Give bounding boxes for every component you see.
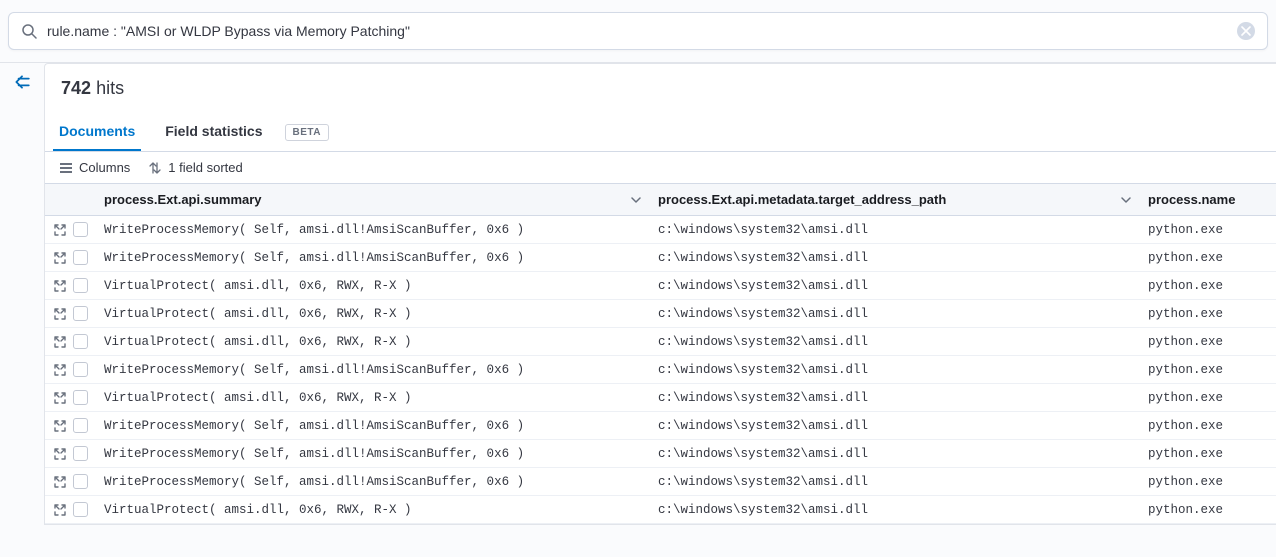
- expand-icon[interactable]: [53, 363, 67, 377]
- columns-button[interactable]: Columns: [59, 160, 130, 175]
- cell-path: c:\windows\system32\amsi.dll: [650, 244, 1140, 272]
- sort-indicator[interactable]: 1 field sorted: [148, 160, 242, 175]
- row-checkbox[interactable]: [73, 334, 88, 349]
- expand-icon[interactable]: [53, 279, 67, 293]
- cell-summary: VirtualProtect( amsi.dll, 0x6, RWX, R-X …: [96, 496, 650, 524]
- hits-count: 742 hits: [45, 64, 1276, 113]
- sort-label: 1 field sorted: [168, 160, 242, 175]
- table-row[interactable]: WriteProcessMemory( Self, amsi.dll!AmsiS…: [45, 244, 1276, 272]
- results-panel: 742 hits Documents Field statistics BETA…: [44, 63, 1276, 525]
- row-checkbox[interactable]: [73, 390, 88, 405]
- beta-badge: BETA: [285, 124, 329, 141]
- cell-summary: VirtualProtect( amsi.dll, 0x6, RWX, R-X …: [96, 384, 650, 412]
- table-row[interactable]: VirtualProtect( amsi.dll, 0x6, RWX, R-X …: [45, 328, 1276, 356]
- cell-path: c:\windows\system32\amsi.dll: [650, 216, 1140, 244]
- cell-path: c:\windows\system32\amsi.dll: [650, 328, 1140, 356]
- cell-path: c:\windows\system32\amsi.dll: [650, 412, 1140, 440]
- row-checkbox[interactable]: [73, 474, 88, 489]
- expand-icon[interactable]: [53, 307, 67, 321]
- cell-summary: WriteProcessMemory( Self, amsi.dll!AmsiS…: [96, 468, 650, 496]
- row-checkbox[interactable]: [73, 306, 88, 321]
- cell-path: c:\windows\system32\amsi.dll: [650, 440, 1140, 468]
- cell-summary: VirtualProtect( amsi.dll, 0x6, RWX, R-X …: [96, 272, 650, 300]
- th-path-label: process.Ext.api.metadata.target_address_…: [658, 192, 946, 207]
- th-summary-label: process.Ext.api.summary: [104, 192, 262, 207]
- table-row[interactable]: WriteProcessMemory( Self, amsi.dll!AmsiS…: [45, 412, 1276, 440]
- row-checkbox[interactable]: [73, 418, 88, 433]
- chevron-down-icon[interactable]: [1120, 194, 1132, 206]
- table-row[interactable]: VirtualProtect( amsi.dll, 0x6, RWX, R-X …: [45, 496, 1276, 524]
- cell-name: python.exe: [1140, 300, 1276, 328]
- table-row[interactable]: VirtualProtect( amsi.dll, 0x6, RWX, R-X …: [45, 272, 1276, 300]
- cell-summary: WriteProcessMemory( Self, amsi.dll!AmsiS…: [96, 216, 650, 244]
- cell-summary: WriteProcessMemory( Self, amsi.dll!AmsiS…: [96, 244, 650, 272]
- cell-summary: VirtualProtect( amsi.dll, 0x6, RWX, R-X …: [96, 300, 650, 328]
- expand-icon[interactable]: [53, 447, 67, 461]
- cell-name: python.exe: [1140, 412, 1276, 440]
- table-row[interactable]: WriteProcessMemory( Self, amsi.dll!AmsiS…: [45, 216, 1276, 244]
- cell-path: c:\windows\system32\amsi.dll: [650, 496, 1140, 524]
- results-table: process.Ext.api.summary process.Ext.api.…: [45, 183, 1276, 524]
- th-controls: [45, 184, 96, 216]
- cell-name: python.exe: [1140, 440, 1276, 468]
- th-name[interactable]: process.name: [1140, 184, 1276, 216]
- expand-icon[interactable]: [53, 475, 67, 489]
- table-toolbar: Columns 1 field sorted: [45, 152, 1276, 183]
- cell-name: python.exe: [1140, 244, 1276, 272]
- cell-name: python.exe: [1140, 216, 1276, 244]
- cell-name: python.exe: [1140, 384, 1276, 412]
- row-checkbox[interactable]: [73, 222, 88, 237]
- clear-icon[interactable]: [1237, 22, 1255, 40]
- tab-documents[interactable]: Documents: [53, 113, 141, 151]
- th-summary[interactable]: process.Ext.api.summary: [96, 184, 650, 216]
- search-container: [0, 0, 1276, 63]
- tab-bar: Documents Field statistics BETA: [45, 113, 1276, 152]
- cell-name: python.exe: [1140, 356, 1276, 384]
- table-row[interactable]: WriteProcessMemory( Self, amsi.dll!AmsiS…: [45, 356, 1276, 384]
- hit-count-label: hits: [96, 78, 124, 98]
- table-row[interactable]: WriteProcessMemory( Self, amsi.dll!AmsiS…: [45, 440, 1276, 468]
- th-name-label: process.name: [1148, 192, 1235, 207]
- table-row[interactable]: VirtualProtect( amsi.dll, 0x6, RWX, R-X …: [45, 300, 1276, 328]
- cell-path: c:\windows\system32\amsi.dll: [650, 272, 1140, 300]
- row-checkbox[interactable]: [73, 278, 88, 293]
- chevron-down-icon[interactable]: [630, 194, 642, 206]
- cell-path: c:\windows\system32\amsi.dll: [650, 300, 1140, 328]
- table-row[interactable]: WriteProcessMemory( Self, amsi.dll!AmsiS…: [45, 468, 1276, 496]
- cell-path: c:\windows\system32\amsi.dll: [650, 356, 1140, 384]
- search-input[interactable]: [47, 23, 1237, 39]
- search-bar[interactable]: [8, 12, 1268, 50]
- expand-icon[interactable]: [53, 251, 67, 265]
- cell-summary: WriteProcessMemory( Self, amsi.dll!AmsiS…: [96, 412, 650, 440]
- th-path[interactable]: process.Ext.api.metadata.target_address_…: [650, 184, 1140, 216]
- cell-path: c:\windows\system32\amsi.dll: [650, 384, 1140, 412]
- row-checkbox[interactable]: [73, 502, 88, 517]
- cell-name: python.exe: [1140, 496, 1276, 524]
- tab-field-statistics[interactable]: Field statistics: [159, 113, 268, 151]
- expand-icon[interactable]: [53, 335, 67, 349]
- cell-name: python.exe: [1140, 272, 1276, 300]
- expand-icon[interactable]: [53, 391, 67, 405]
- cell-summary: WriteProcessMemory( Self, amsi.dll!AmsiS…: [96, 356, 650, 384]
- cell-summary: WriteProcessMemory( Self, amsi.dll!AmsiS…: [96, 440, 650, 468]
- cell-name: python.exe: [1140, 468, 1276, 496]
- table-row[interactable]: VirtualProtect( amsi.dll, 0x6, RWX, R-X …: [45, 384, 1276, 412]
- cell-name: python.exe: [1140, 328, 1276, 356]
- expand-icon[interactable]: [53, 503, 67, 517]
- hit-count-number: 742: [61, 78, 91, 98]
- expand-icon[interactable]: [53, 223, 67, 237]
- row-checkbox[interactable]: [73, 446, 88, 461]
- columns-label: Columns: [79, 160, 130, 175]
- expand-icon[interactable]: [53, 419, 67, 433]
- row-checkbox[interactable]: [73, 362, 88, 377]
- row-checkbox[interactable]: [73, 250, 88, 265]
- search-icon: [21, 23, 37, 39]
- cell-summary: VirtualProtect( amsi.dll, 0x6, RWX, R-X …: [96, 328, 650, 356]
- collapse-sidebar-icon[interactable]: [0, 63, 44, 91]
- cell-path: c:\windows\system32\amsi.dll: [650, 468, 1140, 496]
- tab-field-statistics-label: Field statistics: [165, 123, 262, 139]
